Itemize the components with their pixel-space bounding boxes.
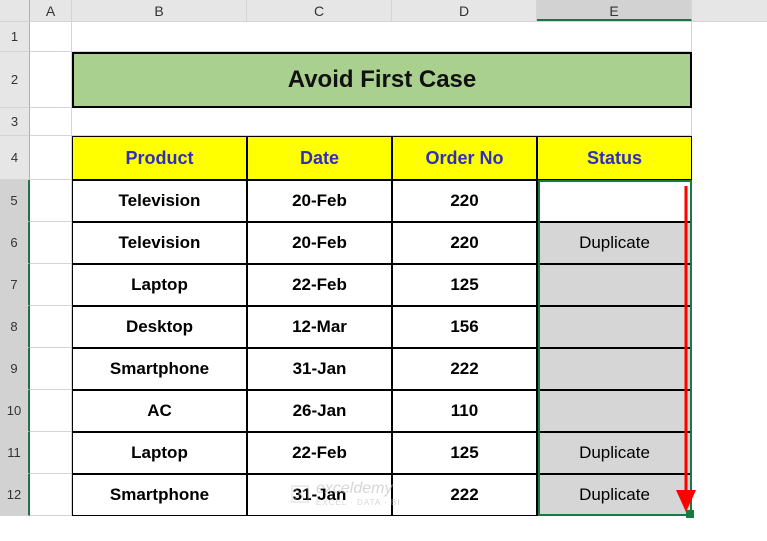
cell-A9[interactable] (30, 348, 72, 390)
col-header-B[interactable]: B (72, 0, 247, 21)
cell-status[interactable] (537, 180, 692, 222)
table-row: 9 Smartphone31-Jan222 (0, 348, 767, 390)
cell-status[interactable] (537, 306, 692, 348)
cell-date[interactable]: 22-Feb (247, 432, 392, 474)
row-header-4[interactable]: 4 (0, 136, 30, 180)
cell-order-no[interactable]: 156 (392, 306, 537, 348)
cell-status[interactable] (537, 264, 692, 306)
cell-order-no[interactable]: 220 (392, 180, 537, 222)
cell-product[interactable]: Television (72, 180, 247, 222)
grid-rows: 1 2 Avoid First Case 3 4 Product Date Or… (0, 22, 767, 516)
row-header-1[interactable]: 1 (0, 22, 30, 52)
cell-A11[interactable] (30, 432, 72, 474)
watermark-icon (290, 484, 310, 504)
cell-date[interactable]: 26-Jan (247, 390, 392, 432)
cell-product[interactable]: Smartphone (72, 348, 247, 390)
cell-product[interactable]: Laptop (72, 264, 247, 306)
watermark: exceldemy EXCEL · DATA · BI (290, 480, 400, 507)
row-header-9[interactable]: 9 (0, 348, 30, 390)
cell-status[interactable]: Duplicate (537, 432, 692, 474)
cell-order-no[interactable]: 222 (392, 474, 537, 516)
header-order-no[interactable]: Order No (392, 136, 537, 180)
cell-A4[interactable] (30, 136, 72, 180)
cell-order-no[interactable]: 220 (392, 222, 537, 264)
cell-A8[interactable] (30, 306, 72, 348)
table-row: 5 Television20-Feb220 (0, 180, 767, 222)
col-header-E[interactable]: E (537, 0, 692, 21)
cell-product[interactable]: Laptop (72, 432, 247, 474)
header-date[interactable]: Date (247, 136, 392, 180)
cell-A5[interactable] (30, 180, 72, 222)
row-header-6[interactable]: 6 (0, 222, 30, 264)
cell-A1[interactable] (30, 22, 72, 52)
cell-B1[interactable] (72, 22, 692, 52)
table-row: 6 Television20-Feb220Duplicate (0, 222, 767, 264)
cell-A10[interactable] (30, 390, 72, 432)
watermark-sub: EXCEL · DATA · BI (316, 498, 400, 507)
header-product[interactable]: Product (72, 136, 247, 180)
cell-date[interactable]: 31-Jan (247, 348, 392, 390)
cell-status[interactable]: Duplicate (537, 474, 692, 516)
row-header-10[interactable]: 10 (0, 390, 30, 432)
row-header-8[interactable]: 8 (0, 306, 30, 348)
cell-A7[interactable] (30, 264, 72, 306)
table-row: 8 Desktop12-Mar156 (0, 306, 767, 348)
cell-date[interactable]: 12-Mar (247, 306, 392, 348)
watermark-text: exceldemy (316, 480, 400, 498)
row-header-2[interactable]: 2 (0, 52, 30, 108)
cell-order-no[interactable]: 125 (392, 264, 537, 306)
cell-date[interactable]: 22-Feb (247, 264, 392, 306)
column-headers: A B C D E (0, 0, 767, 22)
cell-status[interactable] (537, 390, 692, 432)
cell-status[interactable] (537, 348, 692, 390)
table-row: 10 AC26-Jan110 (0, 390, 767, 432)
row-header-7[interactable]: 7 (0, 264, 30, 306)
cell-date[interactable]: 20-Feb (247, 180, 392, 222)
col-header-A[interactable]: A (30, 0, 72, 21)
cell-date[interactable]: 20-Feb (247, 222, 392, 264)
cell-product[interactable]: AC (72, 390, 247, 432)
cell-product[interactable]: Television (72, 222, 247, 264)
row-header-11[interactable]: 11 (0, 432, 30, 474)
row-header-3[interactable]: 3 (0, 108, 30, 136)
row-header-12[interactable]: 12 (0, 474, 30, 516)
cell-order-no[interactable]: 110 (392, 390, 537, 432)
table-row: 11 Laptop22-Feb125Duplicate (0, 432, 767, 474)
cell-order-no[interactable]: 222 (392, 348, 537, 390)
cell-product[interactable]: Smartphone (72, 474, 247, 516)
cell-A12[interactable] (30, 474, 72, 516)
select-all-corner[interactable] (0, 0, 30, 21)
cell-status[interactable]: Duplicate (537, 222, 692, 264)
col-header-D[interactable]: D (392, 0, 537, 21)
cell-A6[interactable] (30, 222, 72, 264)
header-status[interactable]: Status (537, 136, 692, 180)
spreadsheet: A B C D E 1 2 Avoid First Case 3 4 Produ (0, 0, 767, 541)
cell-product[interactable]: Desktop (72, 306, 247, 348)
table-row: 7 Laptop22-Feb125 (0, 264, 767, 306)
col-header-C[interactable]: C (247, 0, 392, 21)
title-cell[interactable]: Avoid First Case (72, 52, 692, 108)
cell-B3[interactable] (72, 108, 692, 136)
row-header-5[interactable]: 5 (0, 180, 30, 222)
cell-A3[interactable] (30, 108, 72, 136)
cell-A2[interactable] (30, 52, 72, 108)
cell-order-no[interactable]: 125 (392, 432, 537, 474)
